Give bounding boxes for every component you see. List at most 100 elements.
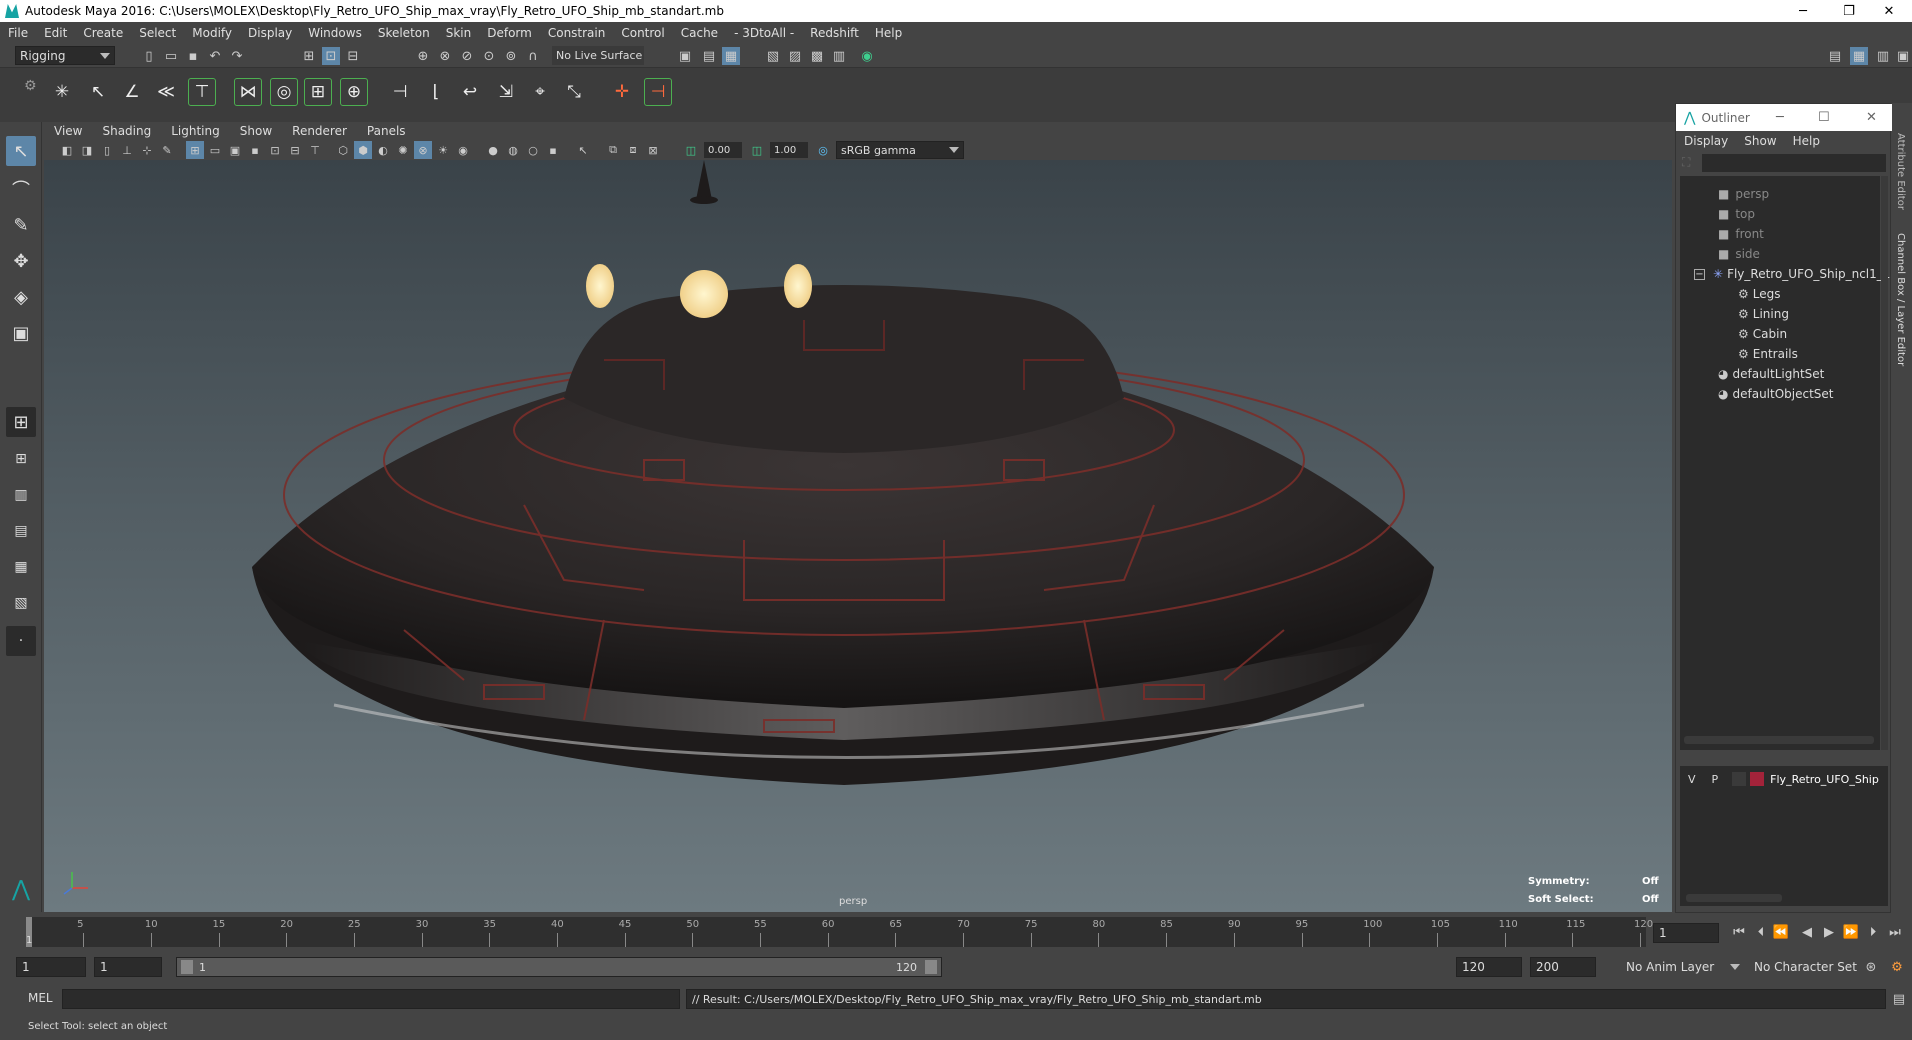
input-ops-icon[interactable]: ▣ bbox=[676, 47, 694, 65]
playback-end-field[interactable]: 120 bbox=[1456, 957, 1522, 977]
color-management-icon[interactable]: ◎ bbox=[814, 141, 832, 159]
lattice-icon[interactable]: ⊞ bbox=[304, 78, 332, 106]
orient-joint-icon[interactable]: ⊤ bbox=[188, 78, 216, 106]
perspective-viewport[interactable]: persp Symmetry: Off Soft Select: Off bbox=[44, 160, 1672, 912]
multisample-aa-icon[interactable]: ◍ bbox=[504, 141, 522, 159]
lasso-tool-icon[interactable]: ⌒ bbox=[6, 174, 36, 204]
four-view-layout-icon[interactable]: ⊞ bbox=[6, 444, 36, 474]
more-layouts-icon[interactable]: · bbox=[6, 626, 36, 656]
menu-3dtoall[interactable]: - 3DtoAll - bbox=[726, 26, 802, 40]
color-space-dropdown[interactable]: sRGB gamma bbox=[836, 141, 964, 159]
time-slider[interactable]: 1 5 10 15 20 25 30 35 40 45 50 55 60 65 70 75 80 85 90 95 1… bbox=[0, 913, 1912, 953]
gamma-field[interactable]: 1.00 bbox=[770, 142, 808, 158]
tree-item-cabin[interactable]: ⚙ Cabin bbox=[1738, 324, 1787, 344]
layer-color-swatch[interactable] bbox=[1750, 772, 1765, 786]
motion-blur-icon[interactable]: ● bbox=[484, 141, 502, 159]
locator-icon[interactable]: ✛ bbox=[608, 78, 636, 106]
layer-type-toggle[interactable] bbox=[1732, 772, 1747, 786]
menuset-dropdown[interactable]: Rigging bbox=[15, 46, 115, 65]
close-button[interactable]: ✕ bbox=[1866, 0, 1912, 22]
tree-item-lining[interactable]: ⚙ Lining bbox=[1738, 304, 1789, 324]
menu-edit[interactable]: Edit bbox=[36, 26, 75, 40]
scale-tool-icon[interactable]: ▣ bbox=[6, 318, 36, 348]
tool-settings-toggle-icon[interactable]: ▣ bbox=[1894, 47, 1912, 65]
playback-start-field[interactable]: 1 bbox=[94, 957, 162, 977]
collapse-icon[interactable]: − bbox=[1694, 268, 1705, 280]
depth-of-field-icon[interactable]: ○ bbox=[524, 141, 542, 159]
xray-icon[interactable]: ↖ bbox=[574, 141, 592, 159]
attribute-editor-toggle-icon[interactable]: ▥ bbox=[1874, 47, 1892, 65]
grid-toggle-icon[interactable]: ⊞ bbox=[186, 141, 204, 159]
outliner-menu-help[interactable]: Help bbox=[1785, 134, 1828, 148]
animation-end-field[interactable]: 200 bbox=[1530, 957, 1596, 977]
tab-channel-box[interactable]: Channel Box / Layer Editor bbox=[1895, 233, 1906, 366]
menu-cache[interactable]: Cache bbox=[673, 26, 726, 40]
persp-outliner-layout-icon[interactable]: ▥ bbox=[6, 480, 36, 510]
ufo-model[interactable] bbox=[44, 160, 1672, 912]
menu-select[interactable]: Select bbox=[131, 26, 184, 40]
menu-control[interactable]: Control bbox=[613, 26, 672, 40]
grease-pencil-icon[interactable]: ✎ bbox=[158, 141, 176, 159]
menu-deform[interactable]: Deform bbox=[479, 26, 540, 40]
step-back-frame-icon[interactable]: ⏪ bbox=[1772, 923, 1790, 941]
play-forwards-icon[interactable]: ▶ bbox=[1820, 923, 1838, 941]
layer-visibility-toggle[interactable]: V bbox=[1688, 773, 1696, 786]
range-end-handle[interactable] bbox=[925, 960, 937, 974]
go-to-start-icon[interactable]: ⏮ bbox=[1730, 923, 1748, 941]
step-forward-frame-icon[interactable]: ⏩ bbox=[1842, 923, 1860, 941]
range-slider[interactable]: 1 120 bbox=[176, 957, 942, 977]
pole-vector-icon[interactable]: ⤡ bbox=[560, 78, 588, 106]
outliner-menu-display[interactable]: Display bbox=[1676, 134, 1736, 148]
character-set-dropdown[interactable]: No Character Set bbox=[1750, 957, 1872, 977]
snap-view-icon[interactable]: ⊙ bbox=[480, 47, 498, 65]
menu-skin[interactable]: Skin bbox=[438, 26, 480, 40]
outliner-search-input[interactable] bbox=[1702, 154, 1886, 172]
outliner-maximize-button[interactable]: ☐ bbox=[1818, 110, 1830, 125]
select-object-icon[interactable]: ⊡ bbox=[322, 47, 340, 65]
tree-item-top[interactable]: ■ top bbox=[1718, 204, 1755, 224]
menu-create[interactable]: Create bbox=[75, 26, 131, 40]
tab-attribute-editor[interactable]: Attribute Editor bbox=[1895, 133, 1906, 210]
tree-item-legs[interactable]: ⚙ Legs bbox=[1738, 284, 1781, 304]
menu-display[interactable]: Display bbox=[240, 26, 300, 40]
textured-icon[interactable]: ✺ bbox=[394, 141, 412, 159]
tree-item-ufo-root[interactable]: − ✳ Fly_Retro_UFO_Ship_ncl1_1 bbox=[1694, 264, 1890, 284]
tree-item-front[interactable]: ■ front bbox=[1718, 224, 1764, 244]
save-scene-icon[interactable]: ▪ bbox=[184, 47, 202, 65]
ik-spline-icon[interactable]: ∠ bbox=[118, 78, 146, 106]
menu-skeleton[interactable]: Skeleton bbox=[370, 26, 438, 40]
use-all-lights-icon[interactable]: ⊗ bbox=[414, 141, 432, 159]
camera-select-icon[interactable]: ◧ bbox=[58, 141, 76, 159]
gamma-icon[interactable]: ◫ bbox=[748, 141, 766, 159]
panel-menu-renderer[interactable]: Renderer bbox=[282, 124, 357, 138]
wireframe-icon[interactable]: ⬡ bbox=[334, 141, 352, 159]
minimize-button[interactable]: ─ bbox=[1780, 0, 1826, 22]
screen-space-ao-icon[interactable]: ◉ bbox=[454, 141, 472, 159]
aim-constraint-icon[interactable]: ⌖ bbox=[526, 78, 554, 106]
panel-menu-view[interactable]: View bbox=[44, 124, 92, 138]
go-to-end-icon[interactable]: ⏭ bbox=[1886, 923, 1904, 941]
redo-icon[interactable]: ↷ bbox=[228, 47, 246, 65]
time-slider-track[interactable] bbox=[26, 917, 1646, 947]
step-back-key-icon[interactable]: ⏴ bbox=[1752, 923, 1770, 941]
film-gate-icon[interactable]: ▭ bbox=[206, 141, 224, 159]
step-forward-key-icon[interactable]: ⏵ bbox=[1864, 923, 1882, 941]
live-surface-field[interactable]: No Live Surface bbox=[552, 46, 644, 65]
new-scene-icon[interactable]: ▯ bbox=[140, 47, 158, 65]
backface-culling-icon[interactable]: ⊠ bbox=[644, 141, 662, 159]
menu-windows[interactable]: Windows bbox=[300, 26, 370, 40]
rotate-tool-icon[interactable]: ◈ bbox=[6, 282, 36, 312]
tree-item-default-object-set[interactable]: ◕ defaultObjectSet bbox=[1718, 384, 1834, 404]
resolution-gate-icon[interactable]: ▣ bbox=[226, 141, 244, 159]
outliner-close-button[interactable]: ✕ bbox=[1866, 110, 1877, 125]
exposure-field[interactable]: 0.00 bbox=[704, 142, 742, 158]
range-start-handle[interactable] bbox=[181, 960, 193, 974]
tree-item-entrails[interactable]: ⚙ Entrails bbox=[1738, 344, 1798, 364]
layer-row[interactable]: V P Fly_Retro_UFO_Ship bbox=[1680, 768, 1888, 790]
magnet-icon[interactable]: ∩ bbox=[524, 47, 542, 65]
animation-start-field[interactable]: 1 bbox=[16, 957, 86, 977]
default-material-icon[interactable]: ◐ bbox=[374, 141, 392, 159]
panel-menu-shading[interactable]: Shading bbox=[92, 124, 161, 138]
persp-hypershade-layout-icon[interactable]: ▦ bbox=[6, 552, 36, 582]
snap-curve-icon[interactable]: ⊗ bbox=[436, 47, 454, 65]
